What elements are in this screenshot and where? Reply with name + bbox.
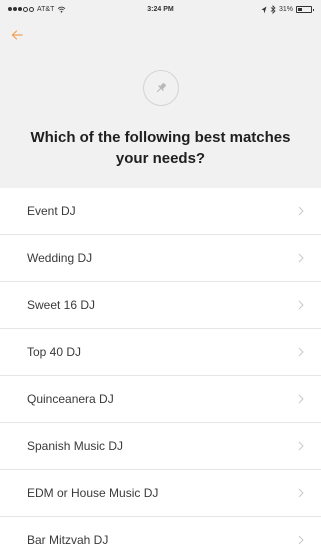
bluetooth-icon: [270, 5, 276, 14]
chevron-right-icon: [298, 300, 304, 310]
option-label: Top 40 DJ: [27, 345, 82, 359]
back-button[interactable]: [6, 24, 28, 46]
pin-badge: [143, 70, 179, 106]
option-label: Event DJ: [27, 204, 76, 218]
battery-icon: [296, 6, 314, 13]
option-row[interactable]: Quinceanera DJ: [0, 376, 321, 423]
location-arrow-icon: [261, 6, 267, 13]
option-label: Sweet 16 DJ: [27, 298, 96, 312]
chevron-right-icon: [298, 535, 304, 545]
chevron-right-icon: [298, 253, 304, 263]
option-label: Quinceanera DJ: [27, 392, 114, 406]
status-bar: AT&T 3:24 PM 31%: [0, 0, 321, 20]
battery-percent: 31%: [278, 6, 293, 13]
header: AT&T 3:24 PM 31% Which of the following …: [0, 0, 321, 188]
option-label: Bar Mitzvah DJ: [27, 533, 109, 547]
options-list: Event DJ Wedding DJ Sweet 16 DJ Top 40 DJ Qu…: [0, 188, 321, 560]
chevron-right-icon: [298, 441, 304, 451]
chevron-right-icon: [298, 394, 304, 404]
status-right: 31%: [261, 5, 314, 14]
option-label: EDM or House Music DJ: [27, 486, 159, 500]
page-title: Which of the following best matches your…: [30, 129, 291, 167]
option-row[interactable]: Top 40 DJ: [0, 329, 321, 376]
chevron-right-icon: [298, 347, 304, 357]
option-row[interactable]: Sweet 16 DJ: [0, 282, 321, 329]
option-row[interactable]: Spanish Music DJ: [0, 423, 321, 470]
option-row[interactable]: Wedding DJ: [0, 235, 321, 282]
chevron-right-icon: [298, 488, 304, 498]
chevron-right-icon: [298, 206, 304, 216]
arrow-left-icon: [11, 30, 23, 40]
option-row[interactable]: Event DJ: [0, 188, 321, 235]
option-row[interactable]: Bar Mitzvah DJ: [0, 517, 321, 560]
screen: AT&T 3:24 PM 31% Which of the following …: [0, 0, 321, 560]
option-label: Wedding DJ: [27, 251, 93, 265]
option-label: Spanish Music DJ: [27, 439, 124, 453]
pin-icon: [156, 82, 167, 93]
option-row[interactable]: EDM or House Music DJ: [0, 470, 321, 517]
